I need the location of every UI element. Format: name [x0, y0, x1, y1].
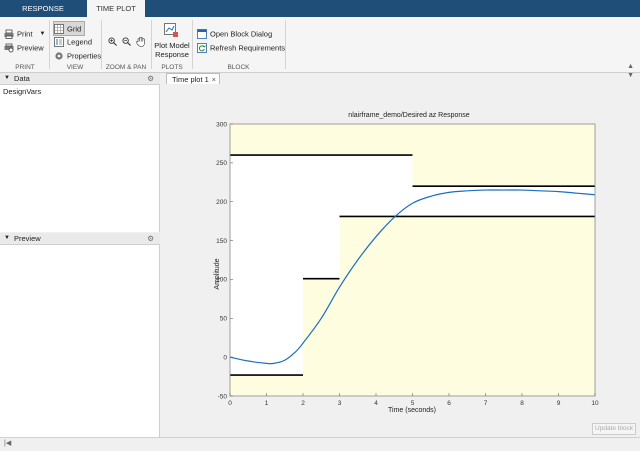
- block-group-label: BLOCK: [227, 64, 250, 71]
- ribbon: Print ▼ Preview PRINT Grid Legend Proper…: [0, 17, 640, 73]
- refresh-icon: [197, 43, 207, 53]
- print-group-label: PRINT: [15, 64, 35, 71]
- y-tick-label: 50: [220, 316, 228, 323]
- print-preview-icon: [4, 43, 14, 53]
- print-dropdown-icon[interactable]: ▼: [40, 31, 46, 37]
- lower-bound-region: [339, 216, 595, 396]
- preview-label: Preview: [17, 43, 44, 53]
- open-block-dialog-button[interactable]: Open Block Dialog: [197, 27, 272, 40]
- response-label: Response: [155, 50, 189, 59]
- ribbon-separator: [192, 20, 193, 69]
- list-item[interactable]: DesignVars: [3, 87, 41, 96]
- zoom-in-icon[interactable]: [108, 37, 117, 46]
- properties-label: Properties: [67, 51, 102, 61]
- ribbon-separator: [285, 20, 286, 69]
- preview-panel-title: Preview: [14, 234, 41, 243]
- collapse-triangle-icon[interactable]: ▼: [4, 73, 10, 84]
- refresh-requirements-label: Refresh Requirements: [210, 43, 286, 53]
- ribbon-separator: [49, 20, 50, 69]
- grid-toggle-button[interactable]: Grid: [53, 21, 86, 36]
- open-block-dialog-label: Open Block Dialog: [210, 29, 273, 39]
- time-response-chart[interactable]: nlairframe_demo/Desired az Response 0 1 2 3…: [161, 84, 640, 437]
- y-tick-label: 150: [216, 238, 227, 245]
- x-tick-label: 5: [411, 400, 415, 407]
- plot-model-response-button[interactable]: Plot Model Response: [152, 21, 192, 63]
- tab-response-optimization[interactable]: RESPONSE OPTIMIZATION: [0, 0, 86, 30]
- plot-model-label: Plot Model: [154, 41, 190, 50]
- y-tick-label: 300: [216, 121, 227, 128]
- x-tick-label: 8: [520, 400, 524, 407]
- x-tick-label: 2: [301, 400, 305, 407]
- plot-response-icon: [164, 23, 178, 37]
- refresh-requirements-button[interactable]: Refresh Requirements: [197, 41, 285, 54]
- chart-title: nlairframe_demo/Desired az Response: [348, 112, 469, 119]
- y-tick-label: 200: [216, 199, 227, 206]
- print-button[interactable]: Print ▼: [4, 27, 45, 40]
- pan-hand-icon[interactable]: [136, 36, 146, 47]
- toolstrip-tabbar: RESPONSE OPTIMIZATION TIME PLOT: [0, 0, 640, 30]
- print-label: Print: [17, 29, 33, 39]
- zoom-out-icon[interactable]: [122, 37, 131, 46]
- data-panel-header: ▼ Data ⚙: [0, 73, 160, 85]
- printer-icon: [4, 29, 14, 39]
- grid-label: Grid: [67, 24, 82, 34]
- data-panel: DesignVars: [0, 85, 160, 232]
- panel-settings-icon[interactable]: ⚙: [147, 233, 154, 244]
- plots-group-label: PLOTS: [161, 64, 183, 71]
- x-tick-label: 1: [265, 400, 269, 407]
- update-block-button[interactable]: Update block: [592, 423, 636, 435]
- preview-button[interactable]: Preview: [4, 41, 44, 54]
- y-tick-label: 0: [223, 354, 227, 361]
- x-tick-label: 9: [557, 400, 561, 407]
- view-group-label: VIEW: [66, 64, 84, 71]
- x-tick-label: 10: [591, 400, 599, 407]
- panel-menu-icon[interactable]: ▼: [627, 72, 634, 79]
- grid-icon: [54, 24, 64, 34]
- legend-label: Legend: [67, 37, 93, 47]
- zoom-pan-group-label: ZOOM & PAN: [105, 64, 147, 71]
- data-panel-title: Data: [14, 74, 30, 83]
- legend-button[interactable]: Legend: [54, 35, 92, 48]
- block-dialog-icon: [197, 29, 207, 39]
- tab-time-plot[interactable]: TIME PLOT: [87, 0, 145, 17]
- panel-settings-icon[interactable]: ⚙: [147, 73, 154, 84]
- x-tick-label: 7: [484, 400, 488, 407]
- x-tick-label: 0: [228, 400, 232, 407]
- lower-bound-region: [230, 375, 303, 396]
- collapse-ribbon-icon[interactable]: ▲: [627, 63, 634, 70]
- status-bar: |◀: [0, 437, 640, 451]
- properties-button[interactable]: Properties: [54, 49, 101, 62]
- legend-icon: [54, 37, 64, 47]
- y-tick-label: 250: [216, 160, 227, 167]
- upper-bound-region: [230, 124, 413, 156]
- plot-area: nlairframe_demo/Desired az Response 0 1 2 3…: [161, 84, 640, 437]
- x-tick-label: 3: [338, 400, 342, 407]
- preview-panel: [0, 245, 160, 437]
- x-tick-label: 4: [374, 400, 378, 407]
- x-tick-label: 6: [447, 400, 451, 407]
- y-axis-label: Amplitude: [214, 258, 221, 289]
- gear-icon: [55, 52, 63, 60]
- preview-panel-header: ▼ Preview ⚙: [0, 233, 160, 245]
- upper-bound-region: [412, 124, 595, 187]
- collapse-triangle-icon[interactable]: ▼: [4, 233, 10, 244]
- status-collapse-icon[interactable]: |◀: [4, 439, 11, 447]
- x-axis-label: Time (seconds): [388, 407, 436, 414]
- y-tick-label: -50: [218, 393, 228, 400]
- ribbon-separator: [101, 20, 102, 69]
